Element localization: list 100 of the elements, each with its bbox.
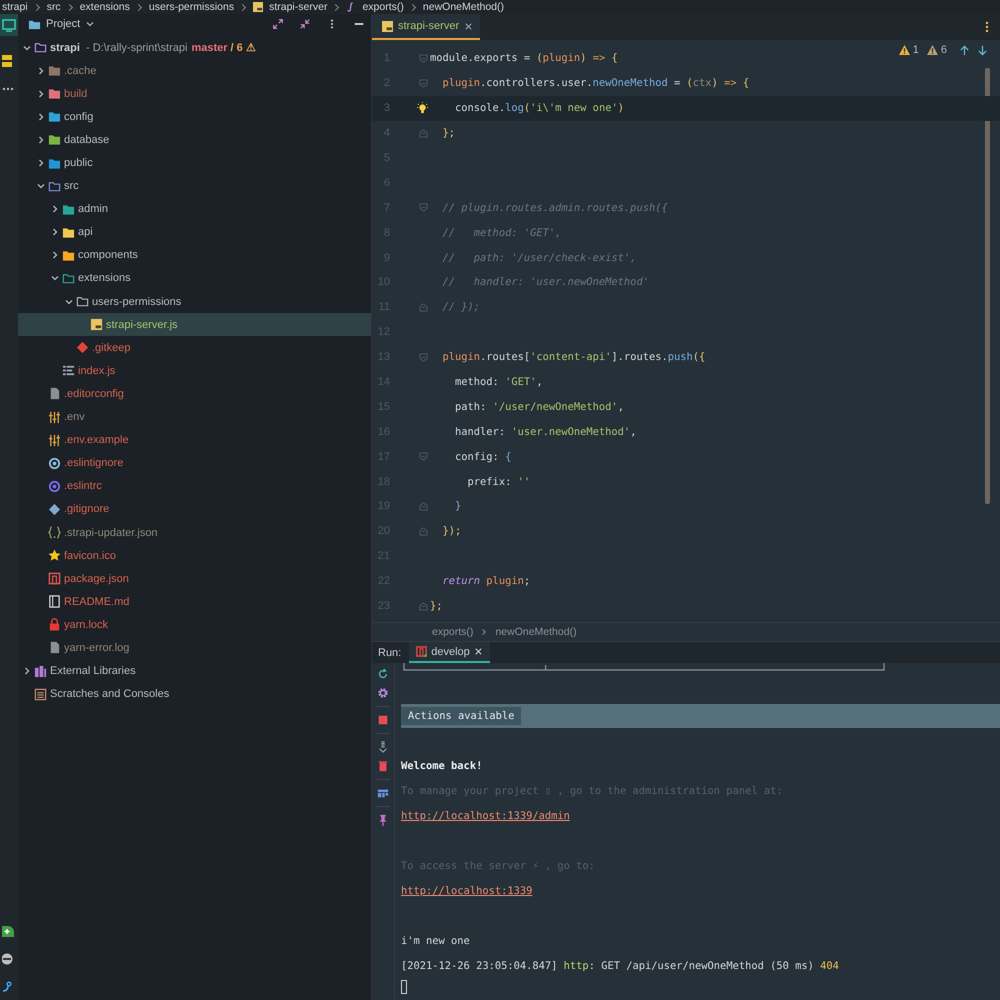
tree-row[interactable]: src xyxy=(18,174,371,198)
code-line: // plugin.routes.admin.routes.push({ xyxy=(442,202,668,214)
breadcrumb-item[interactable]: extensions xyxy=(80,1,130,13)
breadcrumb-item[interactable]: newOneMethod() xyxy=(422,1,504,13)
tree-item-label: strapi-server.js xyxy=(106,318,178,331)
chevron-icon[interactable] xyxy=(50,227,60,238)
code-line: prefix: '' xyxy=(466,476,530,488)
chevron-icon[interactable] xyxy=(36,158,46,168)
run-tab[interactable]: develop xyxy=(409,642,490,663)
scroll-down-icon[interactable] xyxy=(377,741,389,753)
tree-row[interactable]: .eslintignore xyxy=(18,452,371,475)
code-line: }); xyxy=(442,525,462,538)
tree-item-label: yarn.lock xyxy=(64,618,108,631)
tree-row[interactable]: database xyxy=(18,128,371,152)
text-cursor xyxy=(401,980,407,994)
options-icon[interactable] xyxy=(984,20,990,34)
tree-row[interactable]: index.js xyxy=(18,359,371,382)
project-location: - D:\rally-sprint\strapi xyxy=(86,42,188,54)
breadcrumb-item[interactable]: src xyxy=(46,1,61,13)
close-icon[interactable] xyxy=(474,647,483,656)
tree-row[interactable]: yarn.lock xyxy=(18,613,371,636)
change-count: / 6 ⚠ xyxy=(230,41,256,54)
tree-row[interactable]: External Libraries xyxy=(18,660,371,683)
sliders-icon xyxy=(48,410,61,424)
pin-icon[interactable] xyxy=(377,814,389,826)
tree-row[interactable]: .cache xyxy=(18,59,371,82)
expand-icon[interactable] xyxy=(272,18,284,30)
console-link[interactable]: http://localhost:1339/admin xyxy=(401,810,570,822)
tree-row[interactable]: components xyxy=(18,244,371,267)
panel-title[interactable]: Project xyxy=(46,18,80,30)
chevron-icon[interactable] xyxy=(36,134,46,145)
console-link[interactable]: http://localhost:1339 xyxy=(401,884,532,896)
sliders-icon xyxy=(48,434,61,447)
tree-row[interactable]: yarn-error.log xyxy=(18,636,371,660)
breadcrumb-item[interactable]: exports() xyxy=(432,626,474,638)
tree-row[interactable]: package.json xyxy=(18,567,371,590)
tree-row[interactable]: .gitignore xyxy=(18,498,371,521)
code-line: method: 'GET', xyxy=(454,376,543,388)
tree-row[interactable]: .eslintrc xyxy=(18,474,371,498)
tree-row[interactable]: .env xyxy=(18,406,371,429)
folder-icon xyxy=(48,156,61,170)
tree-row[interactable]: README.md xyxy=(18,590,371,614)
chevron-icon[interactable] xyxy=(36,66,46,76)
stop-icon[interactable] xyxy=(377,714,389,726)
collapse-icon[interactable] xyxy=(299,18,311,30)
tree-row[interactable]: .gitkeep xyxy=(18,336,371,360)
tree-row[interactable]: users-permissions xyxy=(18,290,371,314)
tree-row[interactable]: config xyxy=(18,105,371,128)
tree-item-label: api xyxy=(78,226,93,238)
console-text: i'm new one xyxy=(401,934,470,946)
breadcrumb-item[interactable]: newOneMethod() xyxy=(495,626,577,638)
books-icon xyxy=(34,664,47,678)
warning-icon[interactable] xyxy=(926,45,938,55)
chevron-icon[interactable] xyxy=(50,204,60,214)
layout-icon[interactable] xyxy=(377,787,389,799)
folder-icon xyxy=(62,202,75,216)
tree-row[interactable]: .env.example xyxy=(18,428,371,452)
tree-row[interactable]: admin xyxy=(18,198,371,221)
tree-row[interactable]: public xyxy=(18,151,371,175)
folder-icon xyxy=(62,248,75,262)
breadcrumb-item[interactable]: strapi xyxy=(2,1,28,13)
settings-icon[interactable] xyxy=(377,687,389,699)
breadcrumb-item[interactable]: strapi-server xyxy=(269,1,328,13)
down-arrow-icon[interactable] xyxy=(977,44,988,56)
tree-row[interactable]: build xyxy=(18,82,371,106)
tree-item-label: extensions xyxy=(78,272,131,284)
chevron-icon[interactable] xyxy=(36,88,46,99)
rerun-icon[interactable] xyxy=(377,668,389,680)
tree-row[interactable]: strapi-server.js xyxy=(18,313,371,336)
tree-item-label: .env xyxy=(64,411,85,424)
editor-tab[interactable]: strapi-server xyxy=(372,14,480,40)
caret-icon[interactable] xyxy=(85,19,96,29)
chevron-icon[interactable] xyxy=(36,112,46,122)
lock-icon xyxy=(48,618,61,632)
tree-item-label: admin xyxy=(78,203,108,216)
trash-icon[interactable] xyxy=(377,760,389,772)
tree-item-label: .gitignore xyxy=(64,503,110,516)
tree-row[interactable]: extensions xyxy=(18,266,371,290)
lightbulb-icon[interactable] xyxy=(417,102,428,115)
warning-count[interactable]: 1 xyxy=(912,44,919,56)
weak-warning-count[interactable]: 6 xyxy=(940,44,947,56)
tree-row[interactable]: strapi - D:\rally-sprint\strapi master / 6 ⚠ xyxy=(18,36,371,60)
close-icon[interactable] xyxy=(464,22,474,30)
tree-item-label: README.md xyxy=(64,596,130,608)
breadcrumb-item[interactable]: exports() xyxy=(362,1,404,13)
tree-row[interactable]: .strapi-updater.json xyxy=(18,520,371,544)
tree-row[interactable]: favicon.ico xyxy=(18,544,371,568)
chevron-icon[interactable] xyxy=(22,666,32,676)
tree-row[interactable]: api xyxy=(18,220,371,244)
project-tool-button[interactable] xyxy=(0,14,18,36)
scrollbar[interactable] xyxy=(985,68,990,504)
warning-icon[interactable] xyxy=(898,45,910,55)
console-text: Welcome back! xyxy=(401,760,482,772)
add-icon[interactable] xyxy=(2,924,16,938)
tree-item-label: yarn-error.log xyxy=(64,642,130,654)
breadcrumb-item[interactable]: users-permissions xyxy=(148,1,234,13)
chevron-icon[interactable] xyxy=(50,250,60,260)
up-arrow-icon[interactable] xyxy=(959,44,970,56)
tree-row[interactable]: .editorconfig xyxy=(18,382,371,406)
tree-row[interactable]: Scratches and Consoles xyxy=(18,682,371,706)
